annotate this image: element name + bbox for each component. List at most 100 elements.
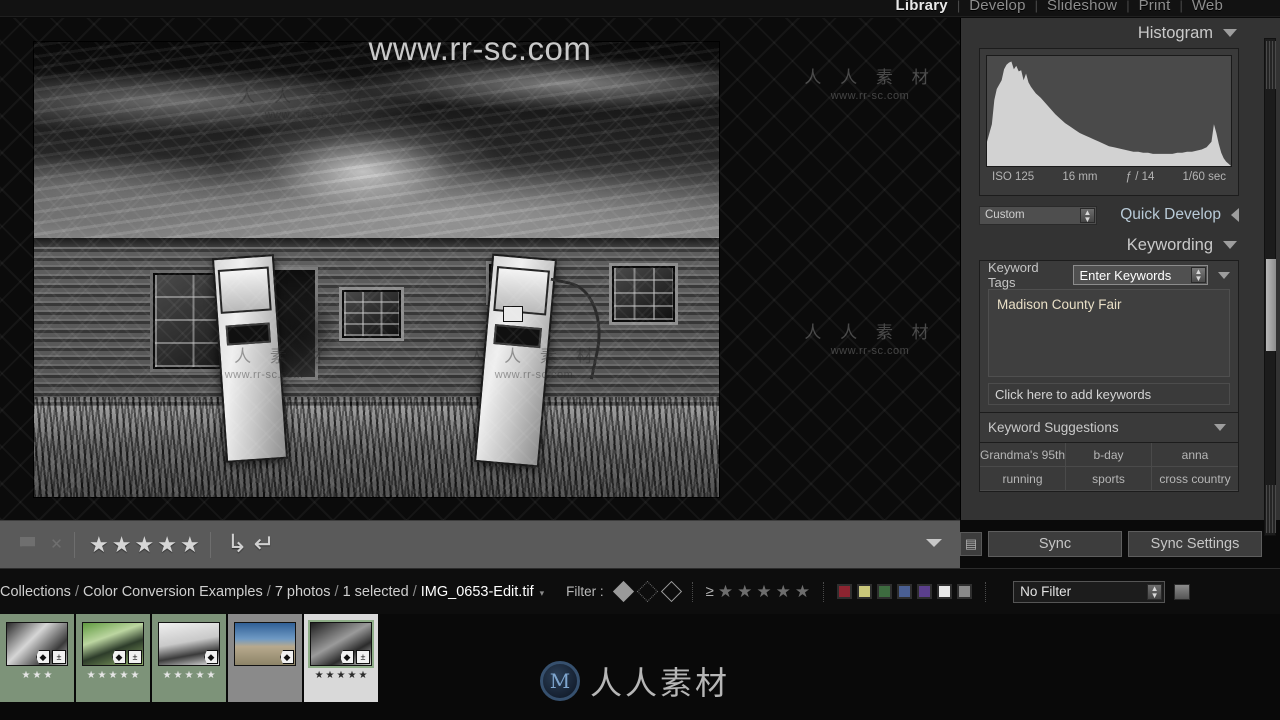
- color-label-purple[interactable]: [917, 584, 933, 599]
- thumb-rating: ★ ★ ★ ★ ★: [314, 670, 368, 681]
- filter-divider: [691, 581, 693, 602]
- thumb-rating: ★ ★ ★ ★ ★: [162, 670, 216, 681]
- keyword-suggestion[interactable]: b-day: [1066, 443, 1152, 467]
- keyword-tag-icon[interactable]: ◆: [36, 650, 50, 664]
- keyword-tag-icon[interactable]: ◆: [340, 650, 354, 664]
- filter-flag-pick-icon[interactable]: [612, 580, 634, 603]
- sync-button[interactable]: Sync: [988, 531, 1122, 557]
- filmstrip-thumb-5[interactable]: ◆ ± ★ ★ ★ ★ ★: [304, 614, 378, 702]
- rating-star[interactable]: ★: [89, 533, 109, 556]
- module-develop[interactable]: Develop: [960, 0, 1034, 14]
- filter-star[interactable]: ★: [718, 583, 733, 600]
- keyword-tag-icon[interactable]: ◆: [112, 650, 126, 664]
- chevron-down-icon[interactable]: [1214, 424, 1226, 431]
- keyword-mode-stepper-icon[interactable]: ▲ ▼: [1191, 267, 1206, 283]
- develop-settings-icon[interactable]: ±: [128, 650, 142, 664]
- filter-star[interactable]: ★: [795, 583, 810, 600]
- filter-rating-stars[interactable]: ★ ★ ★ ★ ★: [718, 583, 810, 600]
- keyword-tag-icon[interactable]: ◆: [204, 650, 218, 664]
- chevron-left-icon[interactable]: [1231, 208, 1239, 222]
- develop-settings-icon[interactable]: ±: [356, 650, 370, 664]
- keyword-suggestion[interactable]: anna: [1152, 443, 1238, 467]
- keyword-suggestion[interactable]: Grandma's 95th: [980, 443, 1066, 467]
- keyword-tags-label: Keyword Tags: [988, 260, 1039, 290]
- rating-star[interactable]: ★: [112, 533, 132, 556]
- exif-aperture: ƒ / 14: [1125, 171, 1155, 183]
- keywording-title: Keywording: [1126, 235, 1213, 254]
- breadcrumb-chevron-down-icon[interactable]: ▾: [540, 588, 545, 598]
- filter-star[interactable]: ★: [737, 583, 752, 600]
- rating-stars[interactable]: ★ ★ ★ ★ ★: [89, 533, 200, 556]
- keywording-panel-header[interactable]: Keywording: [965, 230, 1253, 260]
- keyword-tags-row: Keyword Tags Enter Keywords ▲ ▼: [980, 260, 1238, 290]
- keyword-suggestions-grid: Grandma's 95th b-day anna running sports…: [979, 443, 1239, 492]
- filmstrip[interactable]: ◆ ± ★ ★ ★ ◆ ± ★ ★ ★ ★ ★ ◆ ★ ★ ★ ★ ★ ◆ ◆ …: [0, 614, 1280, 720]
- keyword-suggestion[interactable]: sports: [1066, 467, 1152, 491]
- filter-star[interactable]: ★: [776, 583, 791, 600]
- filter-rating-operator[interactable]: ≥: [706, 583, 714, 600]
- filmstrip-thumb-2[interactable]: ◆ ± ★ ★ ★ ★ ★: [76, 614, 150, 702]
- histogram-plot[interactable]: [986, 55, 1232, 167]
- add-keywords-field[interactable]: Click here to add keywords: [988, 383, 1230, 405]
- photo-window-mid: [338, 286, 404, 342]
- filter-color-labels[interactable]: [837, 584, 973, 599]
- filter-preset-dropdown[interactable]: No Filter ▲ ▼: [1013, 580, 1166, 603]
- keyword-suggestion[interactable]: cross country: [1152, 467, 1238, 491]
- chevron-down-icon[interactable]: [1223, 29, 1237, 37]
- filmstrip-thumb-1[interactable]: ◆ ± ★ ★ ★: [0, 614, 74, 702]
- chevron-down-icon[interactable]: [1223, 241, 1237, 249]
- keywording-panel: Keyword Tags Enter Keywords ▲ ▼ Madison C…: [979, 260, 1239, 413]
- filmstrip-thumb-4[interactable]: ◆: [228, 614, 302, 702]
- module-slideshow[interactable]: Slideshow: [1038, 0, 1126, 14]
- filter-bar-toggle-button[interactable]: [1174, 583, 1191, 600]
- toolbar-options-chevron-down-icon[interactable]: [926, 539, 942, 547]
- keyword-suggestions-header[interactable]: Keyword Suggestions: [979, 413, 1239, 443]
- rating-star[interactable]: ★: [180, 533, 200, 556]
- quick-develop-preset-dropdown[interactable]: Custom ▲ ▼: [979, 205, 1097, 225]
- rating-star[interactable]: ★: [134, 533, 154, 556]
- scrollbar-thumb[interactable]: [1266, 259, 1276, 351]
- module-web[interactable]: Web: [1183, 0, 1232, 14]
- rotate-right-icon[interactable]: ↵: [254, 532, 275, 557]
- color-label-blue[interactable]: [897, 584, 913, 599]
- rating-star[interactable]: ★: [157, 533, 177, 556]
- flag-reject-icon[interactable]: ✕: [49, 537, 64, 552]
- sync-mode-icon[interactable]: ▤: [960, 532, 982, 556]
- develop-settings-icon[interactable]: ±: [52, 650, 66, 664]
- keyword-list-field[interactable]: Madison County Fair: [988, 289, 1230, 377]
- color-label-gray[interactable]: [957, 584, 973, 599]
- breadcrumb-filename[interactable]: IMG_0653-Edit.tif: [421, 584, 534, 600]
- loupe-view-stage[interactable]: 人 人 素 材 www.rr-sc.com 人 人 素 材 www.rr-sc.…: [0, 18, 960, 520]
- color-label-white[interactable]: [937, 584, 953, 599]
- sync-settings-button[interactable]: Sync Settings: [1128, 531, 1262, 557]
- flag-pick-icon[interactable]: [20, 537, 35, 547]
- filter-preset-stepper-icon[interactable]: ▲ ▼: [1147, 583, 1163, 600]
- color-label-red[interactable]: [837, 584, 853, 599]
- histogram-panel-header[interactable]: Histogram: [965, 18, 1253, 48]
- filmstrip-thumb-3[interactable]: ◆ ★ ★ ★ ★ ★: [152, 614, 226, 702]
- thumb-badges: ◆ ±: [340, 650, 370, 664]
- keyword-tag-icon[interactable]: ◆: [280, 650, 294, 664]
- rotate-left-icon[interactable]: ↳: [227, 532, 248, 557]
- exif-focal-length: 16 mm: [1062, 171, 1098, 183]
- color-label-green[interactable]: [877, 584, 893, 599]
- right-panel-scrollbar[interactable]: [1264, 38, 1276, 536]
- filter-flags[interactable]: [612, 580, 682, 603]
- breadcrumb-collection-name[interactable]: Color Conversion Examples: [83, 584, 263, 600]
- quick-develop-title: Quick Develop: [1120, 206, 1221, 223]
- preset-stepper-icon[interactable]: ▲ ▼: [1080, 207, 1095, 223]
- breadcrumb-collections[interactable]: Collections: [0, 584, 71, 600]
- module-library[interactable]: Library: [887, 0, 957, 14]
- color-label-yellow[interactable]: [857, 584, 873, 599]
- keyword-mode-dropdown[interactable]: Enter Keywords ▲ ▼: [1073, 265, 1208, 285]
- keyword-menu-chevron-down-icon[interactable]: [1218, 271, 1230, 279]
- thumb-badges: ◆ ±: [36, 650, 66, 664]
- filter-flag-unflagged-icon[interactable]: [636, 580, 658, 603]
- primary-photo[interactable]: 人 人 素 材 www.rr-sc.com 人 人 素 材 www.rr-sc.…: [33, 41, 720, 498]
- module-print[interactable]: Print: [1130, 0, 1180, 14]
- watermark-overlay: 人 人 素 材 www.rr-sc.com: [804, 323, 936, 357]
- filter-flag-reject-icon[interactable]: [660, 580, 682, 603]
- breadcrumb[interactable]: Collections / Color Conversion Examples …: [0, 584, 544, 600]
- filter-star[interactable]: ★: [756, 583, 771, 600]
- keyword-suggestion[interactable]: running: [980, 467, 1066, 491]
